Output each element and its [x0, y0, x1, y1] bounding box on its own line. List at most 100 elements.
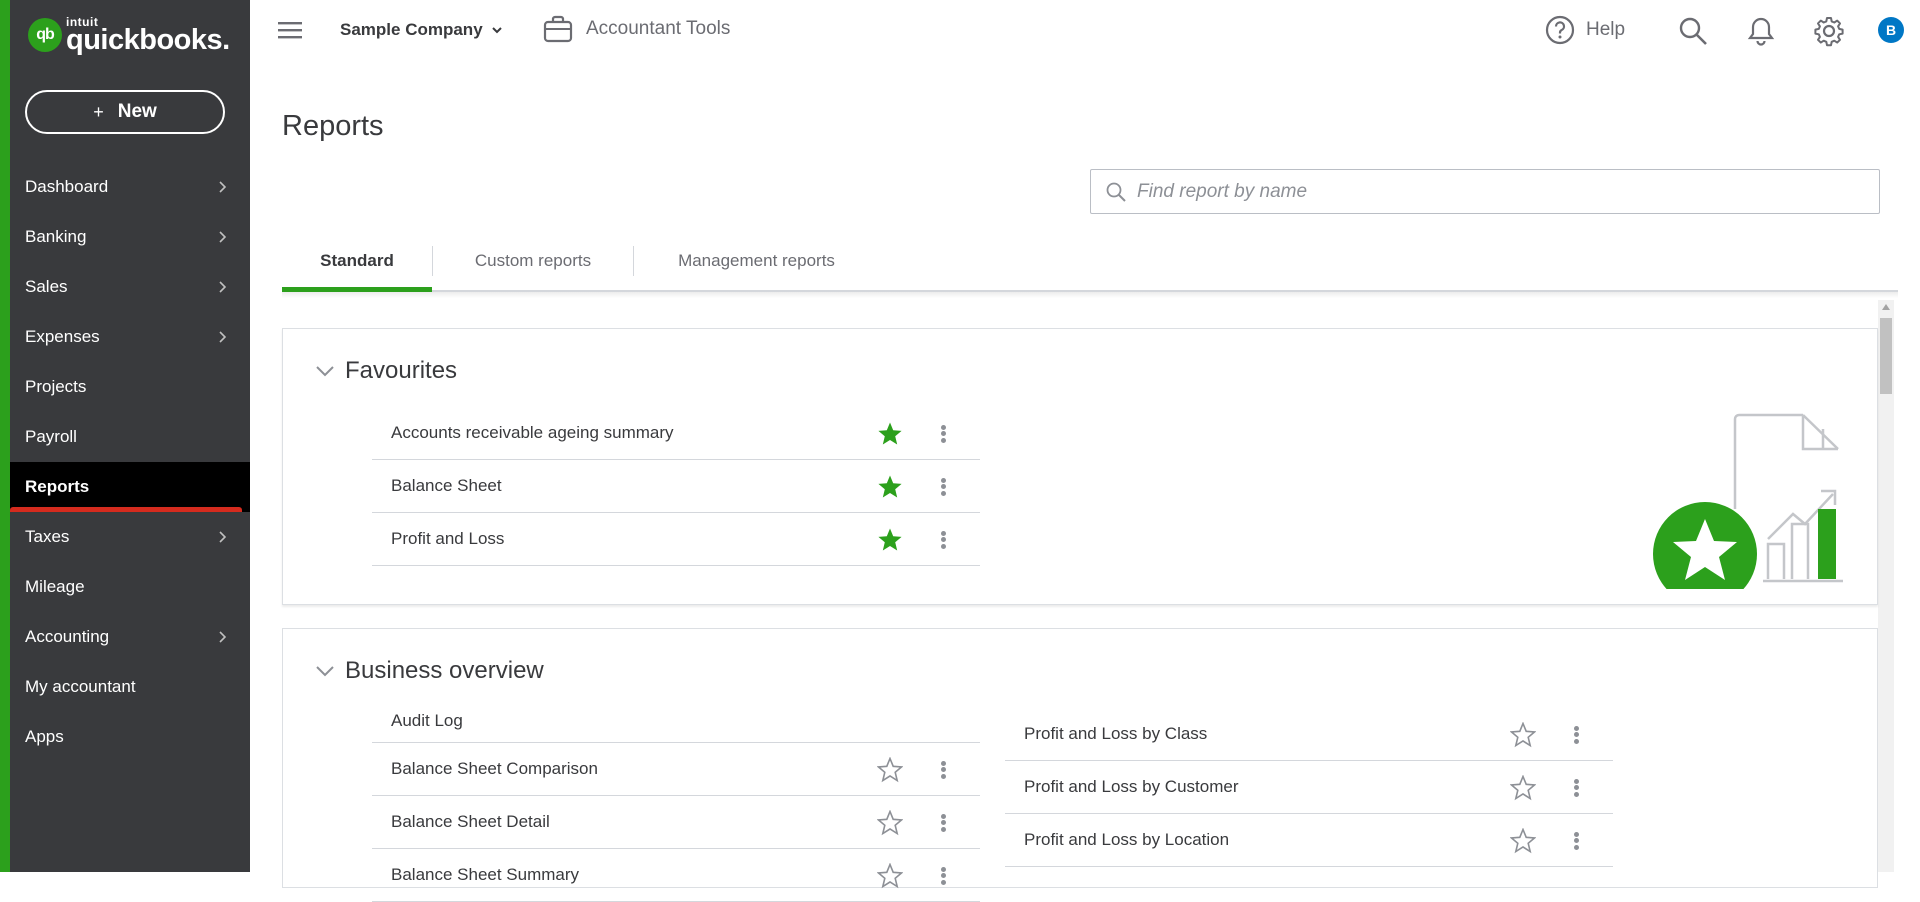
sidebar-item-label: Sales — [25, 277, 68, 296]
star-outline-icon[interactable] — [1510, 828, 1536, 854]
star-outline-icon[interactable] — [877, 810, 903, 836]
sidebar-item-my-accountant[interactable]: My accountant — [10, 662, 250, 712]
sidebar-item-label: Expenses — [25, 327, 100, 346]
report-link[interactable]: Balance Sheet Summary — [391, 865, 579, 885]
report-link[interactable]: Profit and Loss by Customer — [1024, 777, 1238, 797]
scroll-up-arrow-icon[interactable] — [1882, 304, 1890, 310]
quickbooks-logo[interactable]: qb intuit quickbooks. — [28, 14, 230, 56]
report-row: Profit and Loss by Class — [1005, 708, 1613, 761]
sidebar-item-label: Reports — [25, 477, 90, 496]
company-switcher[interactable]: Sample Company — [340, 20, 503, 40]
star-filled-icon[interactable] — [877, 421, 903, 447]
more-options-icon[interactable] — [935, 473, 951, 501]
report-link[interactable]: Profit and Loss — [391, 529, 504, 549]
tab-custom-reports[interactable]: Custom reports — [433, 232, 633, 290]
sidebar-item-sales[interactable]: Sales — [10, 262, 250, 312]
hamburger-icon[interactable] — [276, 18, 304, 42]
accountant-tools-label: Accountant Tools — [586, 18, 731, 39]
more-options-icon[interactable] — [1568, 721, 1584, 749]
star-filled-icon[interactable] — [877, 527, 903, 553]
tab-standard[interactable]: Standard — [282, 232, 432, 292]
sidebar-item-dashboard[interactable]: Dashboard — [10, 162, 250, 212]
more-options-icon[interactable] — [935, 756, 951, 784]
more-options-icon[interactable] — [1568, 827, 1584, 855]
sidebar-item-label: Banking — [25, 227, 87, 246]
report-search[interactable] — [1090, 169, 1880, 214]
star-filled-icon[interactable] — [877, 474, 903, 500]
report-row: Profit and Loss by Customer — [1005, 761, 1613, 814]
more-options-icon[interactable] — [935, 862, 951, 890]
report-link[interactable]: Balance Sheet — [391, 476, 502, 496]
notifications-button[interactable] — [1744, 14, 1778, 48]
tab-label: Standard — [320, 251, 394, 270]
report-link[interactable]: Accounts receivable ageing summary — [391, 423, 674, 443]
scroll-thumb[interactable] — [1880, 318, 1892, 394]
chevron-right-icon — [219, 181, 227, 193]
briefcase-icon — [543, 15, 573, 43]
scrollbar[interactable] — [1878, 300, 1894, 872]
settings-button[interactable] — [1812, 14, 1846, 48]
report-link[interactable]: Balance Sheet Comparison — [391, 759, 598, 779]
sidebar-nav: Dashboard Banking Sales Expenses Project… — [10, 162, 250, 762]
star-outline-icon[interactable] — [1510, 775, 1536, 801]
tab-management-reports[interactable]: Management reports — [634, 232, 879, 290]
business-overview-section: Business overview Audit Log Balance Shee… — [282, 628, 1878, 902]
page-title: Reports — [282, 110, 384, 142]
more-options-icon[interactable] — [1568, 774, 1584, 802]
report-row: Balance Sheet — [372, 460, 980, 513]
star-outline-icon[interactable] — [877, 757, 903, 783]
sidebar-item-payroll[interactable]: Payroll — [10, 412, 250, 462]
report-row: Accounts receivable ageing summary — [372, 407, 980, 460]
star-outline-icon[interactable] — [1510, 722, 1536, 748]
report-link[interactable]: Balance Sheet Detail — [391, 812, 550, 832]
sidebar-item-expenses[interactable]: Expenses — [10, 312, 250, 362]
sidebar-item-reports[interactable]: Reports — [10, 462, 250, 512]
tabs-shadow — [282, 292, 1898, 298]
more-options-icon[interactable] — [935, 526, 951, 554]
sidebar-item-mileage[interactable]: Mileage — [10, 562, 250, 612]
sidebar-item-label: Mileage — [25, 577, 85, 596]
more-options-icon[interactable] — [935, 420, 951, 448]
search-icon — [1679, 17, 1707, 45]
sidebar-item-banking[interactable]: Banking — [10, 212, 250, 262]
report-link[interactable]: Profit and Loss by Class — [1024, 724, 1207, 744]
favourites-illustration-icon — [1653, 413, 1843, 589]
help-icon — [1545, 15, 1575, 45]
chevron-right-icon — [219, 631, 227, 643]
logo-product-text: quickbooks. — [66, 23, 230, 56]
star-outline-icon[interactable] — [877, 863, 903, 889]
chevron-down-icon — [491, 27, 502, 34]
favourites-header[interactable]: Favourites — [315, 357, 457, 385]
report-row: Balance Sheet Comparison — [372, 743, 980, 796]
report-row: Profit and Loss by Location — [1005, 814, 1613, 867]
sidebar-item-taxes[interactable]: Taxes — [10, 512, 250, 562]
bell-icon — [1747, 17, 1775, 46]
sidebar-item-label: Accounting — [25, 627, 110, 646]
sidebar-item-projects[interactable]: Projects — [10, 362, 250, 412]
accountant-tools-button[interactable]: Accountant Tools — [542, 14, 730, 44]
section-title: Favourites — [345, 357, 458, 384]
business-overview-header[interactable]: Business overview — [315, 657, 544, 685]
chevron-down-icon — [316, 366, 334, 377]
new-button[interactable]: + New — [25, 90, 225, 134]
sidebar-item-accounting[interactable]: Accounting — [10, 612, 250, 662]
tab-label: Custom reports — [474, 251, 592, 270]
sidebar-item-label: Payroll — [25, 427, 77, 446]
top-bar: Sample Company Accountant Tools Help B — [250, 0, 1920, 62]
more-options-icon[interactable] — [935, 809, 951, 837]
chevron-right-icon — [219, 331, 227, 343]
report-row: Audit Log — [372, 699, 980, 743]
report-link[interactable]: Audit Log — [391, 711, 463, 731]
sidebar-item-apps[interactable]: Apps — [10, 712, 250, 762]
search-input[interactable] — [1137, 180, 1857, 203]
help-button[interactable]: Help — [1544, 14, 1625, 46]
sidebar-item-label: My accountant — [25, 677, 136, 696]
chevron-right-icon — [219, 531, 227, 543]
sidebar-item-label: Taxes — [25, 527, 70, 546]
sidebar-accent-bar — [0, 0, 10, 872]
report-link[interactable]: Profit and Loss by Location — [1024, 830, 1229, 850]
avatar[interactable]: B — [1878, 17, 1904, 43]
chevron-down-icon — [316, 666, 334, 677]
help-label: Help — [1586, 19, 1626, 40]
search-button[interactable] — [1676, 14, 1710, 48]
